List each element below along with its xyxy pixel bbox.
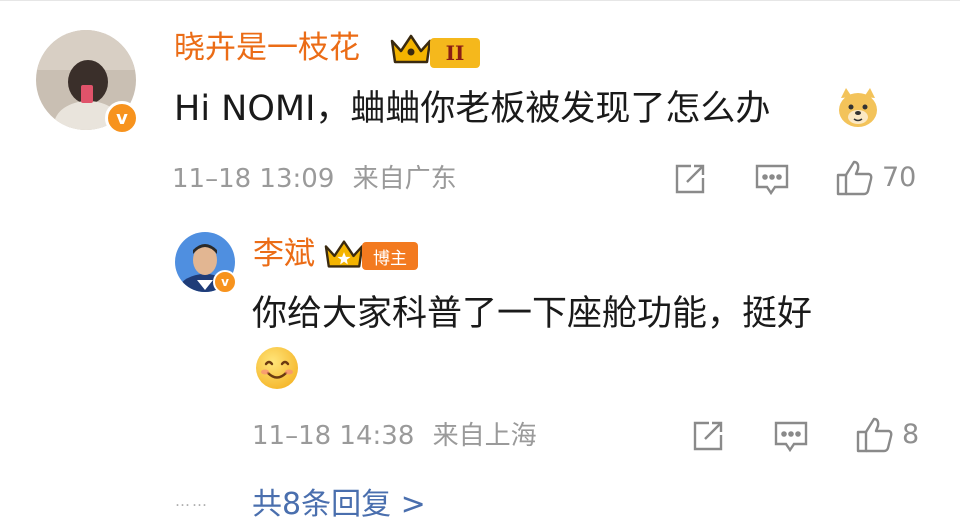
crown-icon (324, 238, 364, 274)
reply-text: 你给大家科普了一下座舱功能，挺好 (252, 291, 812, 337)
verified-badge-icon: v (105, 101, 139, 135)
comment-text-content: Hi NOMI，蛐蛐你老板被发现了怎么办 (174, 89, 771, 129)
comment-text: Hi NOMI，蛐蛐你老板被发现了怎么办 (174, 86, 770, 132)
reply-date: 11–18 14:38 (252, 421, 415, 451)
smile-emoji-icon (254, 345, 300, 395)
top-divider (0, 0, 960, 1)
like-button[interactable]: 70 (836, 160, 916, 196)
share-icon (693, 421, 723, 451)
comment-icon (774, 421, 808, 453)
doge-emoji-icon (836, 86, 880, 134)
reply-text-content: 你给大家科普了一下座舱功能，挺好 (252, 294, 813, 334)
comment-icon (755, 164, 789, 196)
replier-name[interactable]: 李斌 (253, 234, 315, 274)
reply-like-button[interactable]: 8 (856, 417, 919, 453)
share-button[interactable] (673, 162, 707, 196)
verified-badge-icon: v (213, 270, 237, 294)
like-count: 70 (882, 162, 917, 193)
level-badge: II (430, 38, 480, 68)
reply-comment-button[interactable] (773, 420, 809, 454)
reply-location: 来自上海 (432, 421, 537, 451)
thumbs-up-icon (836, 160, 873, 196)
more-replies-link[interactable]: 共8条回复 > (252, 485, 426, 523)
crown-icon (390, 33, 432, 69)
comment-meta: 11–18 13:09 来自广东 (172, 162, 457, 196)
comment-button[interactable] (754, 163, 790, 197)
blogger-tag: 博主 (362, 242, 418, 270)
share-icon (675, 164, 705, 194)
commenter-name[interactable]: 晓卉是一枝花 (174, 28, 360, 68)
reply-share-button[interactable] (691, 419, 725, 453)
reply-like-count: 8 (902, 419, 920, 450)
reply-meta: 11–18 14:38 来自上海 (252, 419, 537, 453)
comment-date: 11–18 13:09 (172, 164, 335, 194)
comment-location: 来自广东 (352, 164, 457, 194)
more-replies-dots: …… (175, 492, 209, 510)
thumbs-up-icon (856, 417, 893, 453)
